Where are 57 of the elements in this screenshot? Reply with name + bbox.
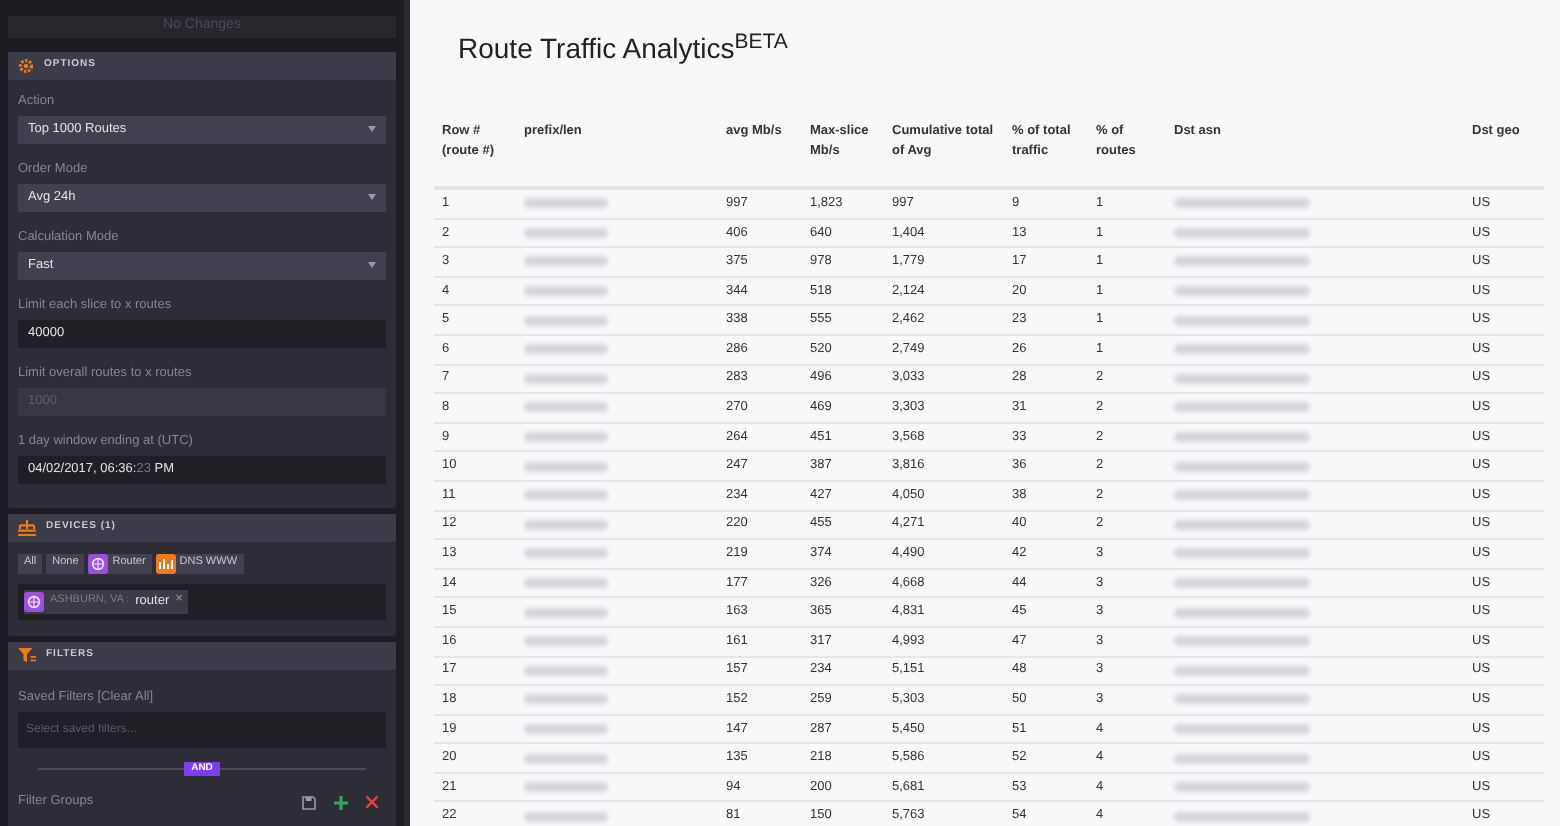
redacted-text [1174,782,1310,793]
redacted-text [1174,286,1310,297]
redacted-text [1174,256,1310,267]
redacted-text [524,578,608,589]
redacted-text [524,607,608,618]
redacted-text [524,636,608,647]
redacted-text [1174,753,1310,764]
redacted-text [1174,694,1310,705]
redacted-text [524,665,608,676]
router-icon [24,591,44,611]
redacted-text [1174,490,1310,501]
redacted-text [524,402,608,413]
redacted-text [1174,461,1310,472]
add-icon[interactable] [334,795,348,810]
redacted-text [1174,578,1310,589]
redacted-text [1174,344,1310,355]
funnel-icon [18,647,36,663]
redacted-text [1174,227,1310,238]
network-icon [18,519,36,535]
redacted-text [1174,548,1310,559]
redacted-text [1174,723,1310,734]
server-icon [155,553,176,573]
redacted-text [1174,607,1310,618]
redacted-text [524,461,608,472]
redacted-text [1174,315,1310,326]
redacted-text [1174,198,1310,209]
redacted-text [524,694,608,705]
redacted-text [1174,665,1310,676]
redacted-text [524,373,608,384]
redacted-text [1174,519,1310,530]
redacted-text [524,490,608,501]
redacted-text [524,227,608,238]
save-icon[interactable] [302,795,316,810]
caret-icon [368,262,376,268]
caret-icon [368,126,376,132]
redacted-text [524,753,608,764]
redacted-text [524,256,608,267]
redacted-text [524,782,608,793]
redacted-text [1174,432,1310,443]
redacted-text [1174,402,1310,413]
close-icon[interactable] [366,796,378,809]
redacted-text [524,198,608,209]
page-title: Route Traffic Analytics$^{BETA}$ [458,28,788,68]
redacted-text [524,315,608,326]
redacted-text [524,344,608,355]
redacted-text [524,519,608,530]
redacted-text [524,811,608,822]
redacted-text [524,548,608,559]
gear-icon [18,57,34,73]
caret-icon [368,194,376,200]
redacted-text [524,286,608,297]
redacted-text [1174,636,1310,647]
redacted-text [524,723,608,734]
redacted-text [1174,373,1310,384]
router-icon [88,553,109,573]
redacted-text [1174,811,1310,822]
redacted-text [524,432,608,443]
